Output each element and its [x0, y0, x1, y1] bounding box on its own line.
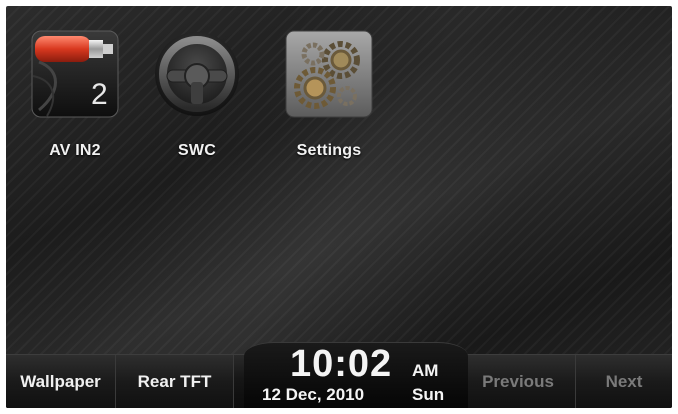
- steering-wheel-icon: [153, 30, 241, 118]
- rear-tft-button[interactable]: Rear TFT: [116, 355, 234, 408]
- av-in2-badge-number: 2: [91, 78, 108, 111]
- av-in2-icon: 2: [31, 30, 119, 118]
- app-label: Settings: [296, 142, 362, 159]
- app-label: AV IN2: [49, 142, 101, 159]
- app-label: SWC: [178, 142, 216, 159]
- app-swc[interactable]: SWC: [142, 30, 252, 160]
- home-screen: 2 AV IN2 SWC Settings Wallpaper Rear TFT…: [6, 6, 672, 408]
- clock-panel: 10:02 AM 12 Dec, 2010 Sun: [244, 342, 468, 408]
- clock-ampm: AM: [412, 361, 439, 380]
- gears-icon: [285, 30, 373, 118]
- app-settings[interactable]: Settings: [274, 30, 384, 160]
- wallpaper-button[interactable]: Wallpaper: [6, 355, 116, 408]
- clock-date: 12 Dec, 2010: [262, 385, 365, 404]
- previous-button[interactable]: Previous: [460, 355, 576, 408]
- app-av-in2[interactable]: 2 AV IN2: [20, 30, 130, 160]
- clock-time: 10:02: [290, 343, 393, 385]
- next-button[interactable]: Next: [576, 355, 672, 408]
- clock-day: Sun: [412, 385, 445, 404]
